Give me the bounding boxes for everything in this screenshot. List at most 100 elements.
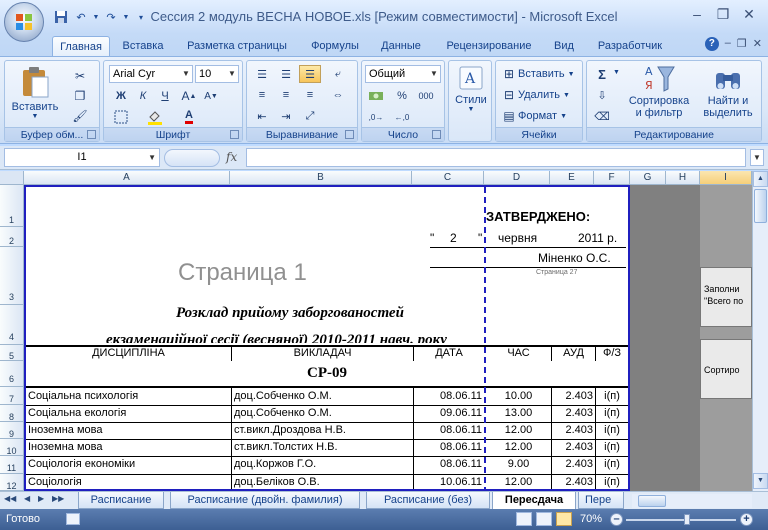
row-header-9[interactable]: 9 bbox=[0, 422, 24, 439]
align-center-icon[interactable]: ≡ bbox=[275, 86, 297, 104]
font-launcher-icon[interactable] bbox=[230, 130, 239, 139]
font-name-combo[interactable]: Arial Cyr ▼ bbox=[109, 65, 193, 83]
sort-filter-button[interactable]: А Я Сортировка и фильтр bbox=[627, 63, 691, 127]
cell-time[interactable]: 12.00 bbox=[486, 424, 551, 436]
cell-teacher[interactable]: доц.Беліков О.В. bbox=[234, 476, 320, 488]
formula-input[interactable] bbox=[246, 148, 746, 167]
decrease-decimal-icon[interactable]: ←,0 bbox=[391, 108, 413, 126]
percent-button[interactable]: % bbox=[391, 87, 413, 105]
row-header-2[interactable]: 2 bbox=[0, 227, 24, 247]
copy-icon[interactable]: ❐ bbox=[71, 87, 89, 105]
column-header-g[interactable]: G bbox=[630, 171, 666, 185]
column-header-d[interactable]: D bbox=[484, 171, 550, 185]
format-dropdown-icon[interactable]: ▼ bbox=[560, 113, 567, 120]
font-color-icon[interactable]: A bbox=[178, 108, 200, 126]
decrease-indent-icon[interactable]: ⇤ bbox=[251, 107, 273, 125]
styles-dropdown-icon[interactable]: ▼ bbox=[468, 106, 475, 113]
fill-color-icon[interactable] bbox=[144, 108, 166, 126]
font-size-combo[interactable]: 10 ▼ bbox=[195, 65, 239, 83]
cell-form[interactable]: і(п) bbox=[596, 458, 628, 470]
row-header-3[interactable]: 3 bbox=[0, 247, 24, 305]
office-button[interactable] bbox=[4, 2, 44, 42]
cell-room[interactable]: 2.403 bbox=[552, 390, 593, 402]
number-format-combo[interactable]: Общий ▼ bbox=[365, 65, 441, 83]
horizontal-scroll-thumb[interactable] bbox=[638, 495, 666, 507]
cell-room[interactable]: 2.403 bbox=[552, 458, 593, 470]
tab-view[interactable]: Вид bbox=[546, 36, 582, 56]
column-header-h[interactable]: H bbox=[666, 171, 700, 185]
cut-icon[interactable]: ✂ bbox=[71, 67, 89, 85]
sheet-tab-schedule-double[interactable]: Расписание (двойн. фамилия) bbox=[170, 492, 360, 509]
column-header-f[interactable]: F bbox=[594, 171, 630, 185]
autosum-dropdown-icon[interactable]: ▼ bbox=[613, 69, 620, 76]
cell-date[interactable]: 08.06.11 bbox=[414, 458, 482, 470]
next-sheet-icon[interactable]: ▶ bbox=[38, 494, 44, 503]
tab-page-layout[interactable]: Разметка страницы bbox=[178, 36, 296, 56]
scroll-up-icon[interactable]: ▲ bbox=[753, 171, 768, 187]
name-box-dropdown-icon[interactable]: ▼ bbox=[148, 149, 156, 166]
ribbon-restore-icon[interactable]: ❐ bbox=[737, 37, 747, 51]
worksheet-grid[interactable]: A B C D E F G H I 1 2 3 4 5 6 7 8 9 10 1… bbox=[0, 171, 752, 491]
tab-insert[interactable]: Вставка bbox=[114, 36, 172, 56]
cell-date[interactable]: 08.06.11 bbox=[414, 441, 482, 453]
row-header-6[interactable]: 6 bbox=[0, 361, 24, 387]
font-name-dropdown-icon[interactable]: ▼ bbox=[180, 66, 192, 82]
delete-dropdown-icon[interactable]: ▼ bbox=[563, 92, 570, 99]
sheet-tab-schedule-without[interactable]: Расписание (без) bbox=[366, 492, 490, 509]
alignment-launcher-icon[interactable] bbox=[345, 130, 354, 139]
column-header-e[interactable]: E bbox=[550, 171, 594, 185]
cell-date[interactable]: 08.06.11 bbox=[414, 424, 482, 436]
increase-decimal-icon[interactable]: ,0→ bbox=[365, 108, 387, 126]
zoom-slider[interactable] bbox=[626, 519, 736, 521]
tab-formulas[interactable]: Формулы bbox=[302, 36, 368, 56]
ribbon-minimize-icon[interactable]: – bbox=[725, 37, 731, 51]
cell-form[interactable]: і(п) bbox=[596, 476, 628, 488]
wrap-text-icon[interactable]: ⤶ bbox=[327, 65, 349, 83]
number-format-dropdown-icon[interactable]: ▼ bbox=[428, 66, 440, 82]
currency-icon[interactable] bbox=[365, 87, 387, 105]
horizontal-scrollbar[interactable] bbox=[632, 494, 752, 508]
tab-home[interactable]: Главная bbox=[52, 36, 110, 56]
sheet-tab-retake-2[interactable]: Пере bbox=[578, 492, 624, 509]
align-top-icon[interactable]: ☰ bbox=[251, 65, 273, 83]
scroll-down-icon[interactable]: ▼ bbox=[753, 473, 768, 489]
insert-cells-button[interactable]: ⊞ Вставить ▼ bbox=[500, 65, 575, 83]
align-middle-icon[interactable]: ☰ bbox=[275, 65, 297, 83]
minimize-icon[interactable]: – bbox=[684, 4, 710, 24]
vertical-scrollbar[interactable]: ▲ ▼ bbox=[752, 171, 768, 491]
row-header-5[interactable]: 5 bbox=[0, 345, 24, 361]
cell-room[interactable]: 2.403 bbox=[552, 441, 593, 453]
cell-teacher[interactable]: ст.викл.Дроздова Н.В. bbox=[234, 424, 346, 436]
column-header-c[interactable]: C bbox=[412, 171, 484, 185]
increase-indent-icon[interactable]: ⇥ bbox=[275, 107, 297, 125]
paste-button[interactable]: Вставить ▼ bbox=[11, 65, 59, 125]
insert-dropdown-icon[interactable]: ▼ bbox=[568, 71, 575, 78]
orientation-icon[interactable]: ⤢ bbox=[299, 107, 321, 125]
cell-teacher[interactable]: доц.Коржов Г.О. bbox=[234, 458, 316, 470]
autosum-button[interactable]: Σ bbox=[591, 65, 613, 83]
cell-room[interactable]: 2.403 bbox=[552, 476, 593, 488]
cell-form[interactable]: і(п) bbox=[596, 407, 628, 419]
vertical-scroll-thumb[interactable] bbox=[754, 189, 767, 223]
cell-form[interactable]: і(п) bbox=[596, 390, 628, 402]
cell-form[interactable]: і(п) bbox=[596, 441, 628, 453]
row-header-1[interactable]: 1 bbox=[0, 185, 24, 227]
cell-form[interactable]: і(п) bbox=[596, 424, 628, 436]
sort-button[interactable]: Сортиро bbox=[700, 339, 752, 399]
select-all-corner[interactable] bbox=[0, 171, 24, 185]
grow-font-icon[interactable]: A ▲ bbox=[178, 87, 200, 105]
cell-room[interactable]: 2.403 bbox=[552, 424, 593, 436]
cell-teacher[interactable]: доц.Собченко О.М. bbox=[234, 407, 332, 419]
prev-sheet-icon[interactable]: ◀ bbox=[24, 494, 30, 503]
clipboard-launcher-icon[interactable] bbox=[87, 130, 96, 139]
cell-date[interactable]: 08.06.11 bbox=[414, 390, 482, 402]
column-header-b[interactable]: B bbox=[230, 171, 412, 185]
cell-time[interactable]: 9.00 bbox=[486, 458, 551, 470]
fill-total-button[interactable]: Заполни "Всего по bbox=[700, 267, 752, 327]
page-layout-view-icon[interactable] bbox=[536, 512, 552, 526]
cell-teacher[interactable]: ст.викл.Толстих Н.В. bbox=[234, 441, 338, 453]
cell-discipline[interactable]: Іноземна мова bbox=[28, 441, 103, 453]
cell-discipline[interactable]: Соціологія економіки bbox=[28, 458, 135, 470]
cell-discipline[interactable]: Іноземна мова bbox=[28, 424, 103, 436]
row-header-7[interactable]: 7 bbox=[0, 387, 24, 405]
